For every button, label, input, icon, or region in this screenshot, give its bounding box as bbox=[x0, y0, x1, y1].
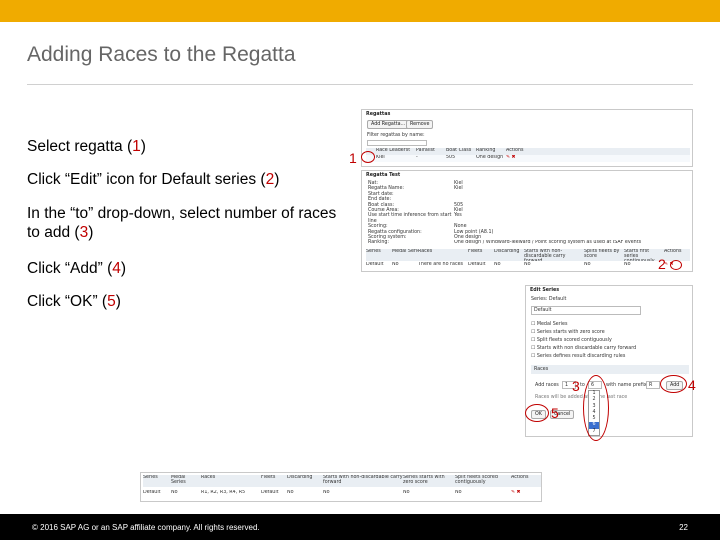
series-row-default: Default No There are no races Default No… bbox=[366, 262, 690, 269]
instruction-step-1: Select regatta (1) bbox=[27, 138, 146, 155]
regatta-row-actions[interactable]: ✎ ✖ bbox=[506, 155, 536, 162]
page-number: 22 bbox=[679, 523, 688, 532]
races-hint-text: Races will be added after the last race bbox=[535, 395, 628, 400]
callout-1: 1 bbox=[349, 150, 357, 166]
callout-5-ring bbox=[525, 404, 549, 422]
series-options: ☐ Medal Series ☐ Series starts with zero… bbox=[531, 321, 636, 361]
medal-series-checkbox[interactable]: ☐ Medal Series bbox=[531, 321, 636, 329]
series-result-screenshot: Series Medal Series Races Fleets Discard… bbox=[140, 472, 542, 502]
regatta-detail-values: Kiel Kiel 505 Kiel Yes None Low point (A… bbox=[454, 181, 494, 241]
split-fleets-checkbox[interactable]: ☐ Split fleets scored contiguously bbox=[531, 337, 636, 345]
regatta-detail-heading: Regatta Test bbox=[366, 173, 401, 178]
add-regatta-button[interactable]: Add Regatta... bbox=[367, 120, 410, 129]
name-prefix-label: with name prefix bbox=[606, 383, 647, 388]
instruction-step-4: Click “Add” (4) bbox=[27, 260, 127, 277]
title-divider bbox=[27, 84, 693, 85]
remove-regatta-button[interactable]: Remove bbox=[406, 120, 434, 129]
regattas-heading: Regattas bbox=[366, 112, 391, 117]
series-table-header: Series Medal Series Races Fleets Discard… bbox=[366, 249, 690, 261]
series-row-actions[interactable]: ✎ ✖ bbox=[511, 490, 541, 498]
discarding-rules-checkbox[interactable]: ☐ Series defines result discarding rules bbox=[531, 353, 636, 361]
instruction-step-2: Click “Edit” icon for Default series (2) bbox=[27, 171, 280, 188]
regattas-panel-screenshot: Regattas Add Regatta... Remove Filter re… bbox=[361, 109, 693, 167]
instruction-step-5: Click “OK” (5) bbox=[27, 293, 121, 310]
zero-score-checkbox[interactable]: ☐ Series starts with zero score bbox=[531, 329, 636, 337]
top-accent-bar bbox=[0, 0, 720, 22]
callout-2: 2 bbox=[658, 256, 666, 272]
name-prefix-input[interactable]: R bbox=[646, 381, 660, 389]
instruction-step-3: In the “to” drop-down, select number of … bbox=[27, 205, 337, 241]
to-label: to bbox=[580, 383, 585, 388]
add-races-label: Add races bbox=[535, 383, 559, 388]
series-label: Series: Default bbox=[531, 297, 567, 302]
series-result-row: Default No R1, R2, R3, R4, R5 Default No… bbox=[143, 490, 541, 498]
copyright-text: © 2016 SAP AG or an SAP affiliate compan… bbox=[32, 523, 260, 532]
series-result-header: Series Medal Series Races Fleets Discard… bbox=[143, 475, 541, 487]
series-name-input[interactable]: Default bbox=[531, 306, 641, 315]
ranking-note: One design / Windward-leeward / Point sc… bbox=[454, 240, 642, 245]
slide-title: Adding Races to the Regatta bbox=[27, 43, 296, 66]
callout-3-ring bbox=[583, 375, 609, 441]
carry-forward-checkbox[interactable]: ☐ Starts with non discardable carry forw… bbox=[531, 345, 636, 353]
tab-races[interactable]: Races bbox=[531, 365, 689, 374]
footer-bar: © 2016 SAP AG or an SAP affiliate compan… bbox=[0, 514, 720, 540]
callout-3: 3 bbox=[572, 378, 580, 394]
callout-5: 5 bbox=[551, 405, 559, 421]
callout-4: 4 bbox=[688, 377, 696, 393]
callout-2-ring bbox=[670, 260, 682, 270]
callout-1-ring bbox=[361, 151, 375, 163]
edit-series-heading: Edit Series bbox=[530, 288, 560, 293]
filter-label: Filter regattas by name: bbox=[367, 133, 425, 138]
regatta-detail-screenshot: Regatta Test Nat: Regatta Name: Start da… bbox=[361, 170, 693, 272]
regatta-row[interactable]: Kiel - 505 One design ✎ ✖ bbox=[366, 155, 690, 162]
regatta-detail-labels: Nat: Regatta Name: Start date: End date:… bbox=[368, 181, 452, 246]
regattas-table-header: Race Leaderst Pairalist Boat Class Ranki… bbox=[366, 148, 690, 155]
regatta-filter-input[interactable] bbox=[367, 140, 427, 146]
callout-4-ring bbox=[660, 375, 687, 393]
